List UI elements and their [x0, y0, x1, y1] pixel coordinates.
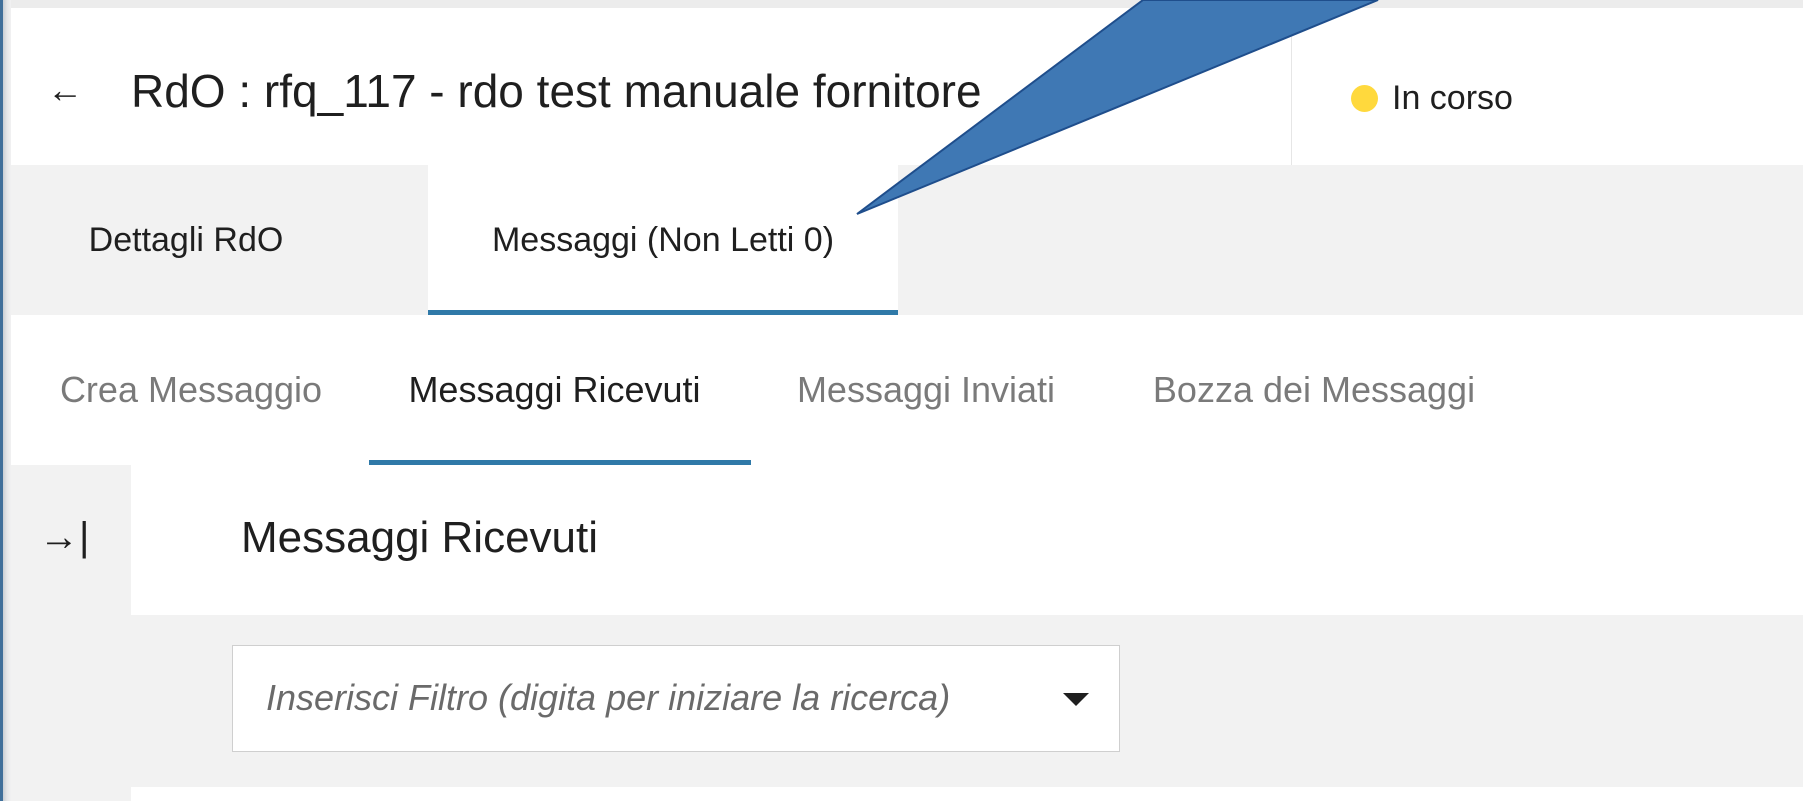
window-left-edge [0, 0, 11, 801]
header-divider [1291, 16, 1292, 173]
tab-messaggi[interactable]: Messaggi (Non Letti 0) [428, 165, 898, 315]
back-arrow-icon[interactable]: ← [47, 72, 83, 108]
main-tabs: Dettagli RdO Messaggi (Non Letti 0) [11, 165, 1803, 315]
panel-title: Messaggi Ricevuti [241, 513, 599, 562]
list-area-top [131, 787, 1803, 801]
filter-placeholder: Inserisci Filtro (digita per iniziare la… [266, 677, 951, 718]
subtab-bozza-dei-messaggi[interactable]: Bozza dei Messaggi [1124, 315, 1504, 465]
tab-dettagli-rdo[interactable]: Dettagli RdO [61, 165, 311, 315]
collapse-panel-icon[interactable]: →| [39, 515, 89, 559]
status-dot-icon [1351, 84, 1378, 112]
subtab-messaggi-ricevuti[interactable]: Messaggi Ricevuti [357, 315, 752, 465]
status-label: In corso [1392, 79, 1513, 117]
top-bar [11, 0, 1803, 8]
messages-content-area: →| Messaggi Ricevuti Inserisci Filtro (d… [11, 465, 1803, 801]
page-title: RdO : rfq_117 - rdo test manuale fornito… [131, 65, 982, 117]
panel-header: Messaggi Ricevuti [131, 465, 1803, 615]
chevron-down-icon[interactable] [1063, 693, 1089, 706]
message-subtabs: Crea Messaggio Messaggi Ricevuti Messagg… [11, 315, 1803, 465]
status-badge: In corso [1351, 78, 1513, 118]
window-left-accent-line [0, 0, 3, 801]
subtab-messaggi-inviati[interactable]: Messaggi Inviati [776, 315, 1076, 465]
subtab-crea-messaggio[interactable]: Crea Messaggio [31, 315, 351, 465]
filter-dropdown[interactable]: Inserisci Filtro (digita per iniziare la… [232, 645, 1120, 752]
page-header: ← RdO : rfq_117 - rdo test manuale forni… [11, 8, 1803, 173]
